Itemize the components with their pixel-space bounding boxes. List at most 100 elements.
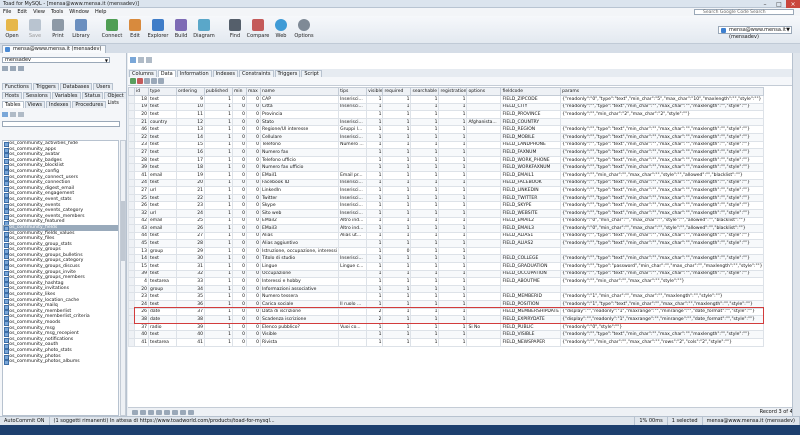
column-header-registration[interactable]: registration [438, 87, 468, 96]
cell-params[interactable]: {"readonly":"","type":"text","min_char":… [560, 193, 765, 203]
cell-id[interactable]: 45 [134, 239, 149, 248]
cell-params[interactable]: {"readonly":"","type":"text","min_char":… [560, 163, 765, 172]
cell-max[interactable]: 0 [246, 292, 261, 302]
cell-required[interactable]: 1 [382, 125, 412, 134]
cell-published[interactable]: 1 [204, 277, 233, 286]
cell-searchable[interactable]: 1 [410, 178, 440, 188]
menu-help[interactable]: Help [95, 9, 106, 15]
cell-visible[interactable]: 1 [366, 277, 384, 286]
cell-params[interactable]: {"readonly":"","type":"text","min_char":… [560, 254, 765, 264]
cell-searchable[interactable]: 1 [410, 292, 440, 302]
menu-file[interactable]: File [3, 9, 11, 15]
cell-tips[interactable] [338, 239, 368, 248]
cell-required[interactable]: 1 [382, 269, 412, 279]
cell-options[interactable] [466, 170, 502, 180]
cell-type[interactable]: text [148, 231, 177, 241]
cell-ordering[interactable]: 40 [176, 330, 205, 339]
cell-required[interactable]: 1 [382, 155, 412, 165]
last-record-button[interactable] [156, 409, 162, 415]
cell-searchable[interactable]: 1 [410, 330, 440, 339]
cell-registration[interactable]: 1 [438, 231, 468, 241]
cell-required[interactable]: 1 [382, 117, 412, 127]
cell-published[interactable]: 1 [204, 239, 233, 248]
cell-ordering[interactable]: 13 [176, 125, 205, 134]
cell-params[interactable]: {"readonly":"0","style":""} [560, 322, 765, 332]
cell-options[interactable] [466, 178, 502, 188]
cell-params[interactable]: {"readonly":"","type":"text","min_char":… [560, 102, 765, 112]
cell-params[interactable]: {"readonly":"0","type":"text","min_char"… [560, 95, 765, 104]
cell-published[interactable]: 1 [204, 170, 233, 180]
cell-tips[interactable] [338, 277, 368, 286]
tab-functions[interactable]: Functions [2, 83, 32, 90]
cell-registration[interactable]: 1 [438, 201, 468, 210]
cell-id[interactable]: 23 [134, 292, 149, 302]
cell-type[interactable]: text [148, 132, 177, 142]
cell-name[interactable]: EMail3 [259, 224, 340, 233]
cell-max[interactable]: 0 [246, 300, 261, 309]
cell-required[interactable]: 1 [382, 224, 412, 233]
cell-max[interactable]: 0 [246, 284, 261, 294]
cell-type[interactable]: text [148, 262, 177, 271]
cell-params[interactable]: {"readonly":"","type":"text","min_char":… [560, 231, 765, 241]
cell-min[interactable]: 0 [232, 322, 247, 332]
cell-min[interactable]: 0 [232, 284, 247, 294]
cell-max[interactable]: 0 [246, 95, 261, 104]
cell-ordering[interactable]: 11 [176, 110, 205, 119]
post-record-button[interactable] [180, 409, 186, 415]
table-row[interactable]: 26 text 23 1 0 0 Skype Inserisci... 1 1 1 1 FIELD_SK… [128, 201, 765, 210]
tab-connection[interactable]: mensa@www.mensa.it (mensadev) [2, 45, 107, 53]
cell-visible[interactable]: 1 [366, 246, 384, 256]
cell-fieldcode[interactable]: FIELD_WEBSITE [500, 208, 562, 218]
filter-icon[interactable] [2, 66, 8, 71]
cell-min[interactable]: 0 [232, 208, 247, 218]
connection-select[interactable]: mensa@www.mensa.it (mensadev) ▼ [718, 26, 792, 40]
cell-options[interactable] [466, 330, 502, 339]
column-header-min[interactable]: min [232, 87, 247, 96]
table-row[interactable]: 14 text 30 1 0 0 Titolo di studio Inserisci... 1… [128, 254, 765, 264]
cell-options[interactable] [466, 239, 502, 248]
cell-registration[interactable]: 1 [438, 140, 468, 150]
cell-visible[interactable]: 1 [366, 216, 384, 226]
cell-name[interactable]: Facebook ID [259, 178, 340, 188]
column-header-params[interactable]: params [560, 87, 765, 96]
cell-visible[interactable]: 1 [366, 170, 384, 180]
tab-hosts[interactable]: Hosts [2, 92, 22, 99]
tab-indexes[interactable]: Indexes [46, 101, 72, 108]
cell-published[interactable]: 1 [204, 330, 233, 339]
cell-tips[interactable] [338, 155, 368, 165]
cell-name[interactable]: EMail2 [259, 216, 340, 226]
print-button[interactable]: Print [48, 17, 68, 43]
table-row[interactable]: 27 text 16 1 0 0 Numero fax 1 1 1 1 FIELD_FAXNUM {"r… [128, 148, 765, 157]
cell-published[interactable]: 1 [204, 300, 233, 309]
cell-visible[interactable]: 1 [366, 148, 384, 157]
cell-fieldcode[interactable]: FIELD_LANDPHONE [500, 140, 562, 150]
cell-min[interactable]: 0 [232, 300, 247, 309]
table-row[interactable]: 24 text 36 1 0 0 Carica sociale Il ruolo ... 1 1 1… [128, 300, 765, 309]
cell-fieldcode[interactable]: FIELD_ALIAS1 [500, 231, 562, 241]
cell-tips[interactable] [338, 110, 368, 119]
cell-ordering[interactable]: 26 [176, 224, 205, 233]
cell-fieldcode[interactable]: FIELD_GRADUATION [500, 262, 562, 271]
table-row[interactable]: 28 text 17 1 0 0 Telefono ufficio 1 1 1 1 FIELD_WOR… [128, 155, 765, 165]
cell-fieldcode[interactable]: FIELD_FACEBOOK [500, 178, 562, 188]
refresh-icon[interactable] [158, 78, 164, 84]
scroll-thumb[interactable] [121, 201, 125, 261]
cell-id[interactable]: 44 [134, 231, 149, 241]
cell-fieldcode[interactable]: FIELD_OCCUPATION [500, 269, 562, 279]
cell-published[interactable]: 1 [204, 117, 233, 127]
tab-views[interactable]: Views [24, 101, 46, 108]
cell-published[interactable]: 1 [204, 155, 233, 165]
cell-visible[interactable]: 1 [366, 284, 384, 294]
cell-name[interactable]: Città [259, 102, 340, 112]
table-row[interactable]: 38 date 38 1 0 0 Scadenza iscrizione 2 1 1 1 FIELD_… [128, 315, 765, 324]
cell-ordering[interactable]: 20 [176, 178, 205, 188]
cell-type[interactable]: text [148, 269, 177, 279]
cell-fieldcode[interactable]: FIELD_MEMBERID [500, 292, 562, 302]
cell-id[interactable]: 46 [134, 125, 149, 134]
column-header-ordering[interactable]: ordering [176, 87, 205, 96]
cell-name[interactable]: Twitter [259, 193, 340, 203]
column-header-options[interactable]: options [466, 87, 502, 96]
cell-searchable[interactable]: 1 [410, 117, 440, 127]
cell-options[interactable] [466, 216, 502, 226]
cell-fieldcode[interactable]: FIELD_REGION [500, 125, 562, 134]
